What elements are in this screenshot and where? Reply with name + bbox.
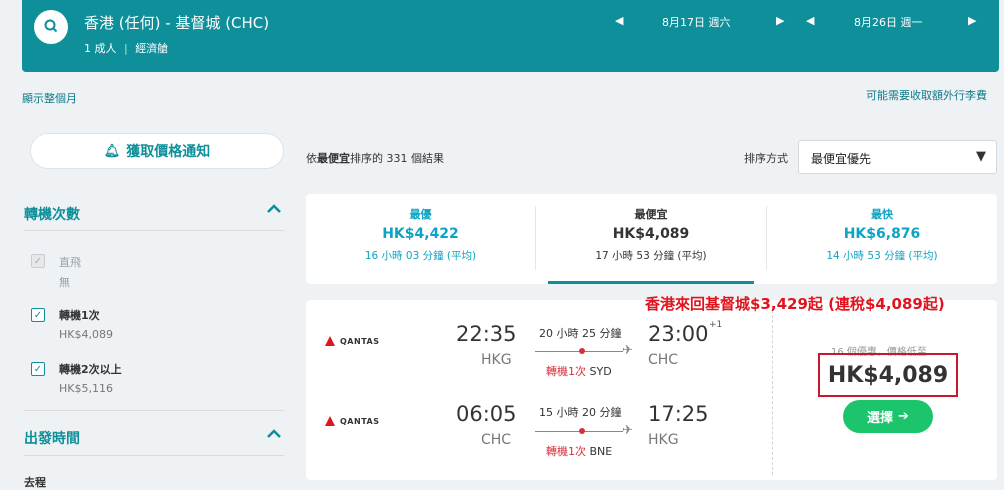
- passenger-cabin-summary: 1 成人 | 經濟艙: [84, 42, 169, 55]
- price-value: HK$4,089: [827, 362, 949, 388]
- outbound-label: 去程: [24, 476, 46, 489]
- outbound-arrival-time: 23:00: [648, 322, 709, 346]
- tab-title: 最優: [409, 208, 432, 221]
- inbound-departure-airport: CHC: [481, 432, 512, 448]
- caret-down-icon: ▼: [976, 149, 986, 164]
- search-button[interactable]: [34, 10, 68, 44]
- tab-best[interactable]: 最優 HK$4,422 16 小時 03 分鐘 (平均): [306, 194, 535, 284]
- tab-price: HK$4,089: [612, 226, 690, 242]
- search-icon: [44, 19, 58, 33]
- results-suffix: 排序的 331 個結果: [350, 152, 444, 165]
- outbound-arrival-airport: CHC: [648, 352, 679, 368]
- depart-next-button[interactable]: ▶: [776, 14, 784, 27]
- tab-title: 最便宜: [634, 208, 668, 221]
- show-whole-month-link[interactable]: 顯示整個月: [22, 90, 77, 106]
- flight-price: HK$4,089: [818, 353, 958, 397]
- day-offset: +1: [709, 320, 723, 330]
- tab-price: HK$4,422: [382, 226, 459, 242]
- stopover-airport: SYD: [589, 365, 612, 378]
- depart-date[interactable]: 8月17日 週六: [662, 14, 731, 30]
- outbound-duration: 20 小時 25 分鐘: [539, 327, 622, 340]
- chevron-up-icon[interactable]: [266, 428, 282, 444]
- direct-checkbox[interactable]: ✓: [31, 254, 45, 268]
- tab-cheapest[interactable]: 最便宜 HK$4,089 17 小時 53 分鐘 (平均): [536, 194, 766, 284]
- outbound-departure-airport: HKG: [481, 352, 512, 368]
- airline-name: QANTAS: [340, 336, 380, 346]
- promo-banner: 香港來回基督城$3,429起 (連稅$4,089起): [645, 295, 945, 313]
- one-stop-checkbox[interactable]: ✓: [31, 308, 45, 322]
- two-plus-stops-checkbox[interactable]: ✓: [31, 362, 45, 376]
- stop-count: 轉機1次: [546, 365, 586, 378]
- airline-logo: QANTAS: [324, 415, 379, 427]
- return-next-button[interactable]: ▶: [968, 14, 976, 27]
- stop-count: 轉機1次: [546, 445, 586, 458]
- tab-duration: 17 小時 53 分鐘 (平均): [595, 250, 707, 262]
- stopover-airport: BNE: [589, 445, 613, 458]
- return-prev-button[interactable]: ◀: [806, 14, 814, 27]
- stop-option-price: HK$5,116: [59, 382, 113, 395]
- divider: [24, 230, 284, 231]
- kangaroo-icon: [325, 416, 335, 426]
- stop-option-label: 轉機1次: [59, 309, 100, 322]
- select-button[interactable]: 選擇 ➔: [843, 400, 933, 433]
- plane-icon: ✈: [622, 423, 633, 438]
- stop-option-price: 無: [59, 276, 70, 289]
- results-sort-key: 最便宜: [317, 152, 350, 165]
- tab-price: HK$6,876: [843, 226, 921, 242]
- search-summary-bar[interactable]: 香港 (任何) - 基督城 (CHC) 1 成人 | 經濟艙 ◀ 8月17日 週…: [22, 0, 999, 72]
- divider: [24, 410, 284, 411]
- departure-time-filter-title[interactable]: 出發時間: [24, 428, 80, 448]
- sort-tabs: 最優 HK$4,422 16 小時 03 分鐘 (平均) 最便宜 HK$4,08…: [306, 194, 997, 284]
- outbound-stops: 轉機1次 SYD: [546, 363, 612, 379]
- plane-icon: ✈: [622, 343, 633, 358]
- sort-dropdown[interactable]: 最便宜優先 ▼: [798, 140, 997, 174]
- inbound-stops: 轉機1次 BNE: [546, 443, 612, 459]
- tab-fastest[interactable]: 最快 HK$6,876 14 小時 53 分鐘 (平均): [767, 194, 997, 284]
- price-alert-button[interactable]: 🔔︎ 獲取價格通知: [30, 133, 284, 169]
- cabin-class: 經濟艙: [135, 42, 169, 55]
- stop-option-price: HK$4,089: [59, 328, 113, 341]
- airline-name: QANTAS: [340, 416, 380, 426]
- price-alert-label: 獲取價格通知: [126, 144, 211, 160]
- extra-baggage-fee-link[interactable]: 可能需要收取額外行李費: [866, 87, 987, 103]
- inbound-arrival-time: 17:25: [648, 402, 709, 426]
- sort-selected-value: 最便宜優先: [811, 152, 872, 166]
- tab-duration: 14 小時 53 分鐘 (平均): [826, 250, 938, 262]
- outbound-departure-time: 22:35: [456, 322, 517, 346]
- inbound-arrival-airport: HKG: [648, 432, 679, 448]
- inbound-duration: 15 小時 20 分鐘: [539, 406, 622, 419]
- active-tab-indicator: [548, 281, 754, 284]
- airline-logo: QANTAS: [324, 335, 379, 347]
- passenger-count: 1 成人: [84, 42, 117, 55]
- arrow-right-icon: ➔: [898, 409, 909, 424]
- depart-prev-button[interactable]: ◀: [615, 14, 623, 27]
- tab-duration: 16 小時 03 分鐘 (平均): [364, 250, 477, 262]
- divider: [24, 455, 284, 456]
- stop-option-label: 轉機2次以上: [59, 363, 122, 376]
- return-date[interactable]: 8月26日 週一: [854, 14, 923, 30]
- divider: [772, 305, 773, 475]
- stops-filter-title[interactable]: 轉機次數: [24, 204, 80, 224]
- stop-dot: [579, 348, 585, 354]
- sort-label: 排序方式: [744, 152, 788, 165]
- stop-dot: [579, 428, 585, 434]
- stop-option-label: 直飛: [59, 256, 81, 269]
- kangaroo-icon: [325, 336, 335, 346]
- chevron-up-icon[interactable]: [266, 203, 282, 219]
- bell-icon: 🔔︎: [103, 143, 121, 159]
- results-count: 依最便宜排序的 331 個結果: [306, 150, 444, 166]
- results-prefix: 依: [306, 152, 317, 165]
- route-title: 香港 (任何) - 基督城 (CHC): [84, 14, 270, 32]
- tab-title: 最快: [871, 208, 893, 221]
- inbound-departure-time: 06:05: [456, 402, 517, 426]
- select-label: 選擇: [867, 411, 894, 426]
